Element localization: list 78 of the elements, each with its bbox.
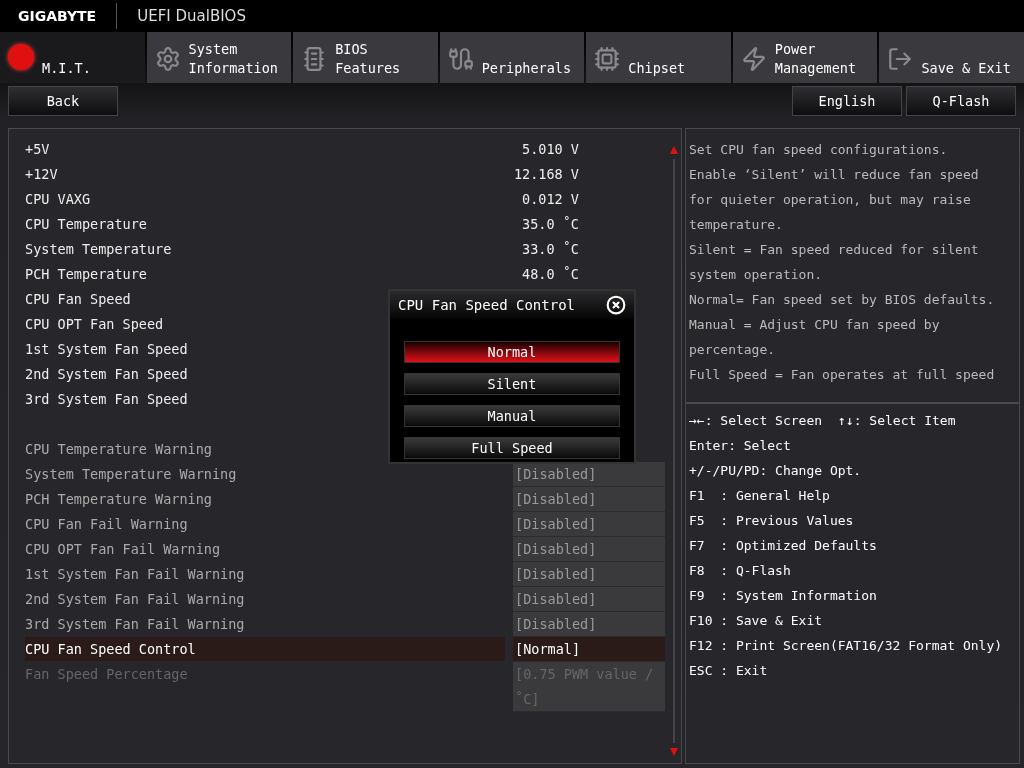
scroll-down-icon[interactable] [669, 747, 679, 757]
setting-name[interactable]: PCH Temperature Warning [25, 487, 212, 512]
option-button[interactable]: Full Speed [404, 437, 620, 459]
reading-value: 5.010 V [522, 140, 579, 159]
lightning-icon [740, 46, 767, 72]
key-hint: F1 : General Help [689, 487, 830, 505]
brand-logo: GIGABYTE [18, 3, 118, 29]
setting-name[interactable]: CPU Fan Fail Warning [25, 512, 188, 537]
menu-tab[interactable]: Chipset [586, 32, 731, 83]
option-button[interactable]: Normal [404, 341, 620, 363]
menu-tab[interactable]: Power Management [732, 32, 878, 83]
key-hint: Enter: Select [689, 437, 791, 455]
gear-icon [154, 46, 181, 72]
dot-icon [8, 44, 34, 70]
key-hint: +/-/PU/PD: Change Opt. [689, 462, 862, 480]
back-button[interactable]: Back [8, 86, 118, 116]
setting-name[interactable]: 3rd System Fan Fail Warning [25, 612, 245, 637]
reading-value: 0.012 V [522, 190, 579, 209]
setting-name[interactable]: 2nd System Fan Fail Warning [25, 587, 245, 612]
help-text: Normal= Fan speed set by BIOS defaults. [689, 291, 996, 309]
exit-icon [887, 46, 914, 72]
reading-name: +12V [25, 165, 58, 184]
setting-value[interactable]: [Disabled] [513, 462, 665, 487]
setting-value[interactable]: [Disabled] [513, 612, 665, 637]
key-hint: F9 : System Information [689, 587, 877, 605]
help-text: Full Speed = Fan operates at full speed [689, 366, 996, 384]
bios-title: UEFI DualBIOS [137, 7, 246, 25]
setting-value[interactable]: [Disabled] [513, 587, 665, 612]
help-text: Silent = Fan speed reduced for silent system operation. [689, 241, 980, 284]
reading-name: CPU VAXG [25, 190, 91, 209]
reading-name: CPU OPT Fan Speed [25, 315, 164, 334]
scroll-up-icon[interactable] [669, 145, 679, 155]
menu-tab[interactable]: Peripherals [439, 32, 585, 83]
reading-name: 1st System Fan Speed [25, 340, 188, 359]
reading-value: 12.168 V [513, 165, 579, 184]
toolbar-button[interactable]: English [792, 86, 902, 116]
setting-value[interactable]: [Disabled] [513, 512, 665, 537]
reading-name: 3rd System Fan Speed [25, 390, 188, 409]
key-hint: ↑↓: Select Item [838, 412, 956, 430]
reading-value: 48.0 ˚C [522, 265, 579, 284]
setting-value[interactable]: [Disabled] [513, 487, 665, 512]
menu-tab[interactable]: System Information [146, 32, 292, 83]
help-text: Set CPU fan speed configurations. [689, 141, 949, 159]
toolbar-button[interactable]: Q-Flash [906, 86, 1016, 116]
help-text: Enable ‘Silent’ will reduce fan speed for quieter operation, but may raise temperature. [689, 166, 980, 234]
setting-name[interactable]: System Temperature Warning [25, 462, 237, 487]
reading-name: System Temperature [25, 240, 172, 259]
setting-name[interactable]: CPU Fan Speed Control [25, 637, 505, 661]
key-hint: F7 : Optimized Defaults [689, 537, 877, 555]
setting-value[interactable]: [Normal] [513, 637, 665, 662]
menu-tab[interactable]: Save & Exit [879, 32, 1024, 83]
key-hint: F10 : Save & Exit [689, 612, 823, 630]
reading-name: PCH Temperature [25, 265, 147, 284]
reading-name: 2nd System Fan Speed [25, 365, 188, 384]
dialog-title: CPU Fan Speed Control [398, 297, 575, 313]
key-hint: →←: Select Screen [689, 412, 823, 430]
setting-value[interactable]: [Disabled] [513, 562, 665, 587]
cable-icon [447, 46, 474, 72]
reading-value: 35.0 ˚C [522, 215, 579, 234]
option-button[interactable]: Manual [404, 405, 620, 427]
help-text: Manual = Adjust CPU fan speed by percentage. [689, 316, 941, 359]
menu-tab[interactable]: M.I.T. [0, 32, 145, 83]
reading-name: CPU Temperature [25, 215, 147, 234]
key-hint: F5 : Previous Values [689, 512, 854, 530]
reading-value: 33.0 ˚C [522, 240, 579, 259]
processor-icon [594, 46, 621, 72]
close-icon[interactable] [606, 295, 626, 315]
key-hint: F8 : Q-Flash [689, 562, 791, 580]
reading-name: CPU Fan Speed [25, 290, 131, 309]
key-hint: ESC : Exit [689, 662, 768, 680]
setting-name[interactable]: 1st System Fan Fail Warning [25, 562, 245, 587]
setting-name[interactable]: CPU OPT Fan Fail Warning [25, 537, 221, 562]
setting-name[interactable]: CPU Temperature Warning [25, 437, 212, 462]
option-button[interactable]: Silent [404, 373, 620, 395]
reading-name: +5V [25, 140, 50, 159]
key-hint: F12 : Print Screen(FAT16/32 Format Only) [689, 637, 1003, 655]
menu-tab[interactable]: BIOS Features [293, 32, 438, 83]
setting-value[interactable]: [Disabled] [513, 537, 665, 562]
